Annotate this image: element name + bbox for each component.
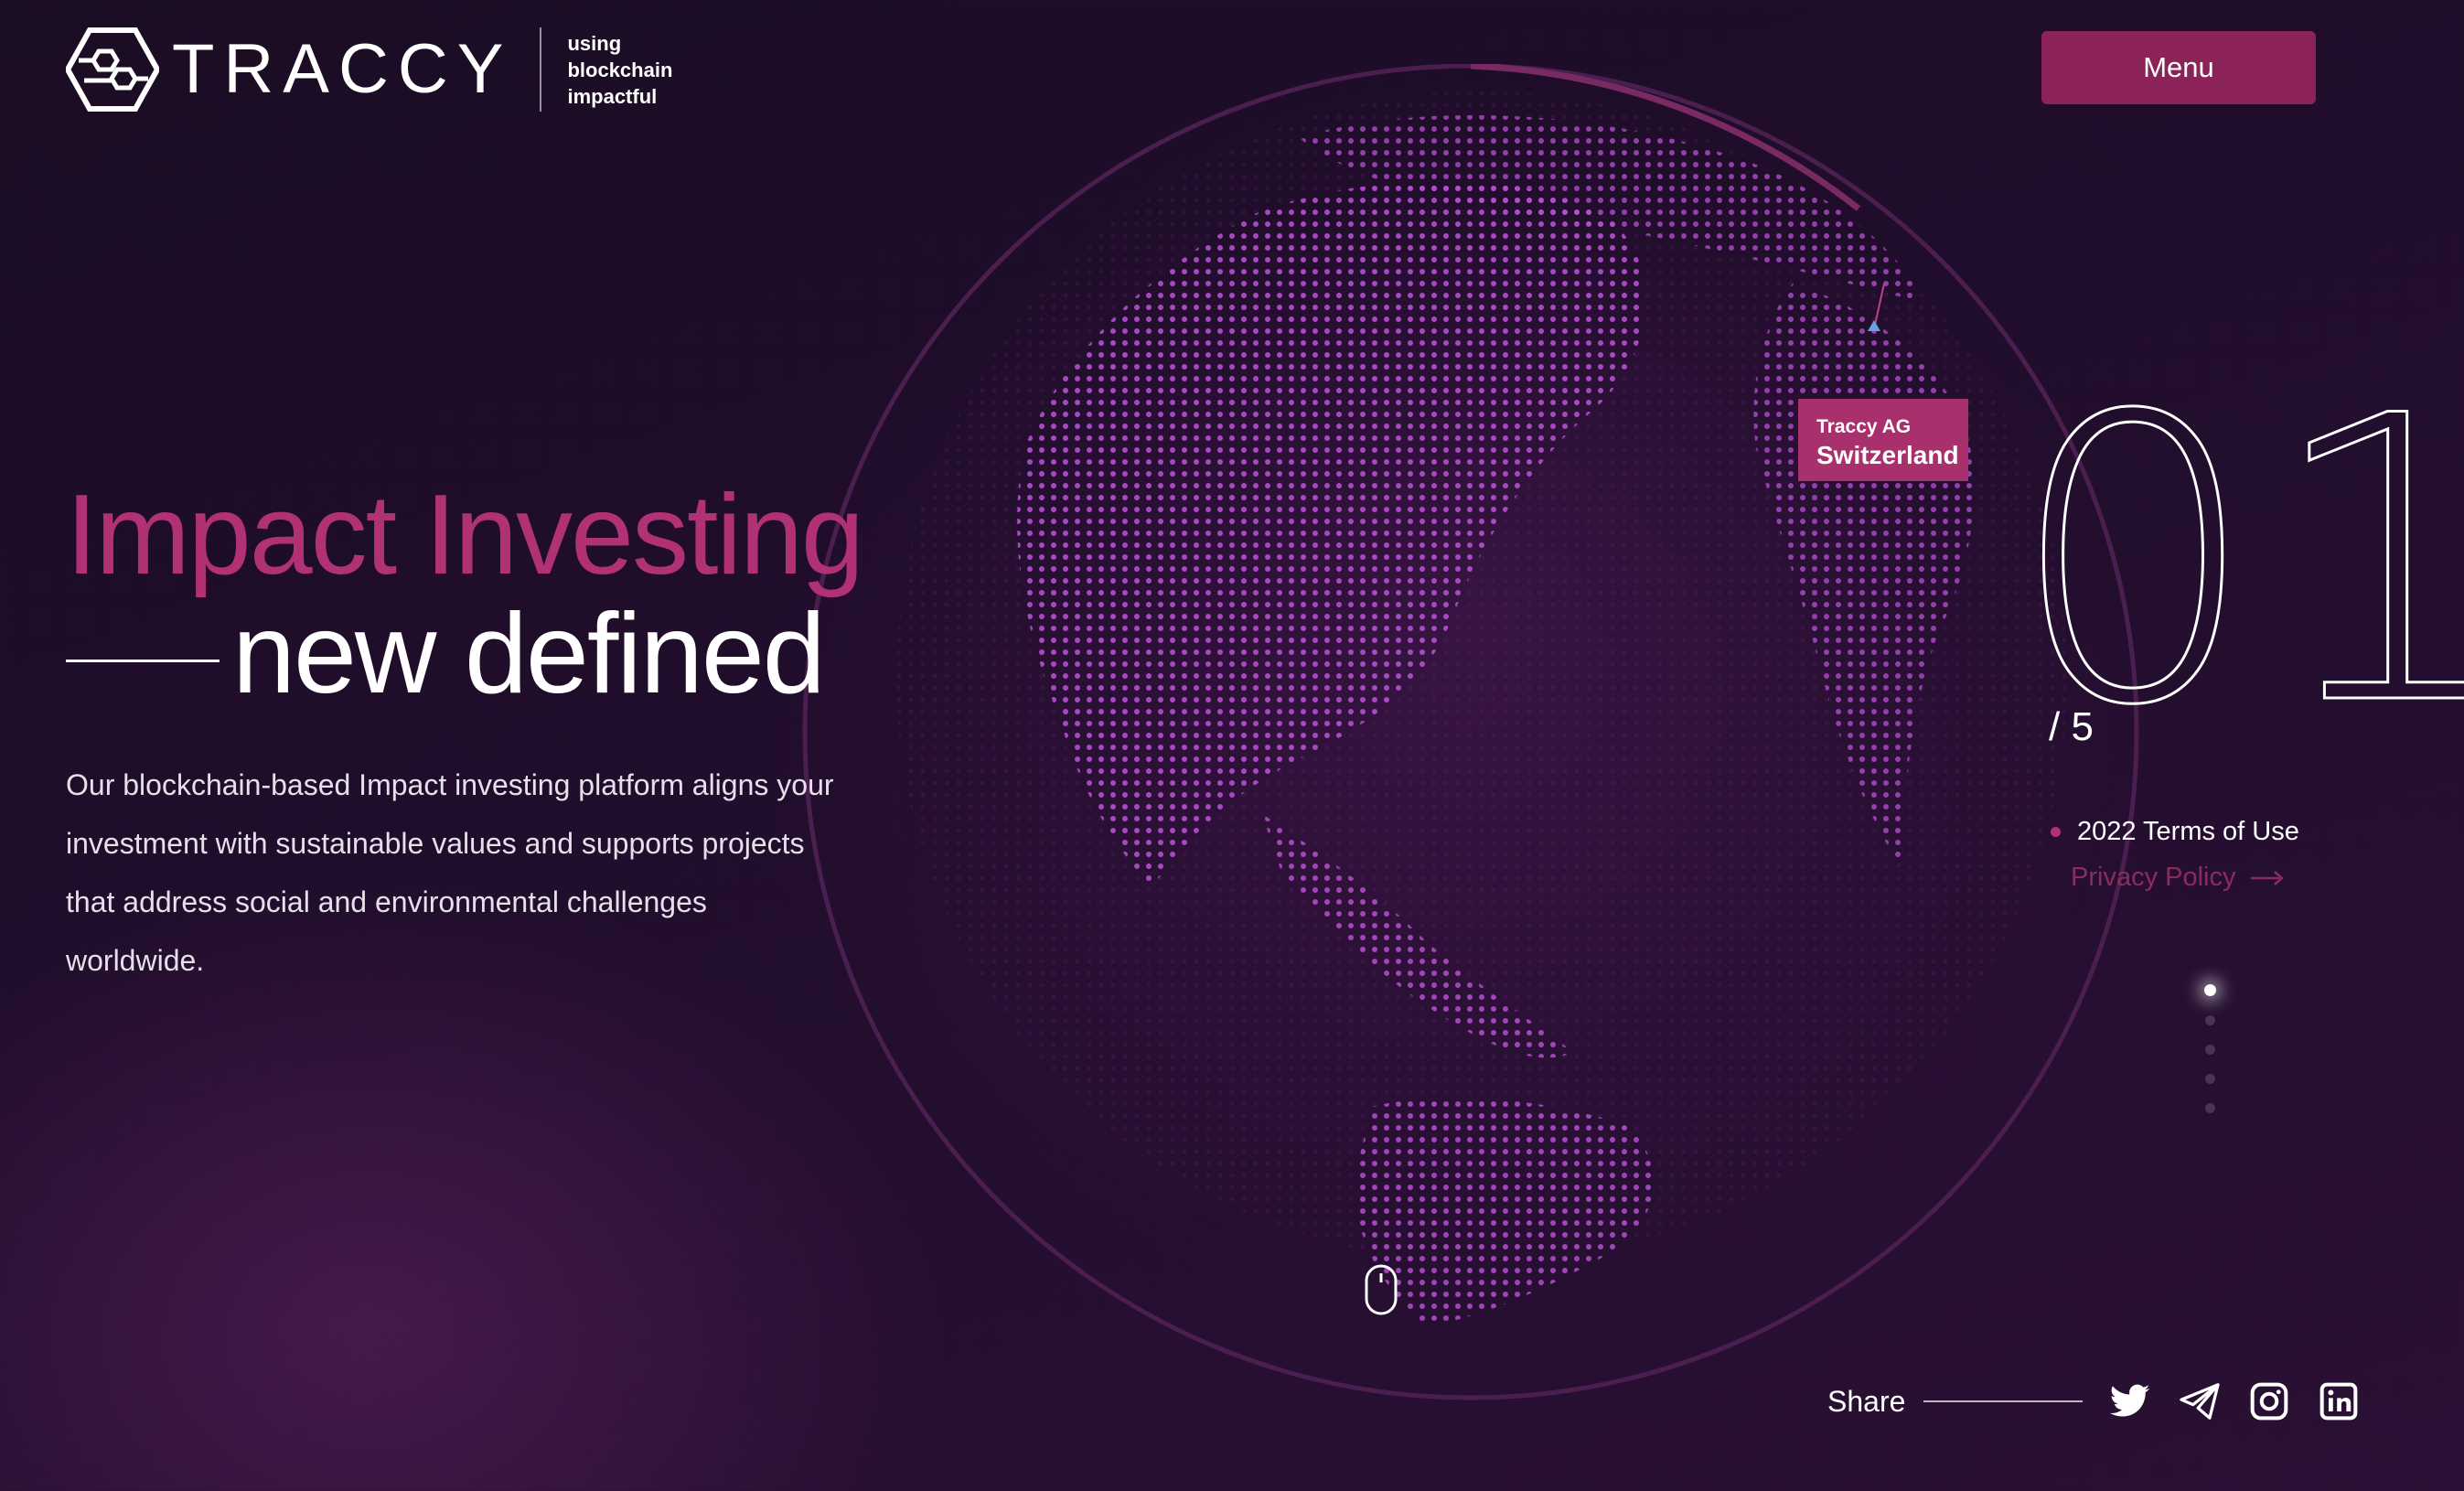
logo-tagline: using blockchain impactful [567,30,713,110]
pagination-dot[interactable] [2205,1103,2215,1113]
arrow-right-icon [2250,870,2284,885]
pagination-dot-active[interactable] [2204,984,2216,996]
tagline-line: using [567,31,622,55]
privacy-link[interactable]: Privacy Policy [2071,863,2286,893]
dotted-globe [802,64,2139,1400]
location-tag[interactable]: Traccy AG Switzerland [1798,399,1968,481]
logo-wordmark: TRACCY [172,30,513,108]
location-company: Traccy AG [1816,416,1912,437]
slide-total: / 5 [2049,704,2094,749]
pagination-dot[interactable] [2205,1074,2215,1084]
tagline-line: impactful [567,84,658,108]
privacy-label: Privacy Policy [2071,863,2236,892]
tagline-line: blockchain [567,58,673,81]
hero-title: Impact Investing new defined [66,472,864,713]
linkedin-icon[interactable] [2317,1379,2361,1423]
share-bar: Share [1827,1379,2386,1423]
pagination-dot[interactable] [2205,1045,2215,1055]
share-label: Share [1827,1384,1906,1418]
hero-dash [66,659,220,662]
hero-title-line1: Impact Investing [66,472,864,598]
slide-pagination [2204,984,2216,1132]
logo-divider [540,27,542,112]
twitter-icon[interactable] [2108,1379,2152,1423]
slide-number: 01 [2007,334,2464,791]
scroll-mouse-icon[interactable] [1365,1264,1398,1315]
bullet-icon [2051,827,2061,837]
logo-hexagon-icon [66,27,159,112]
location-country: Switzerland [1816,441,1959,469]
share-divider [1923,1400,2084,1402]
instagram-icon[interactable] [2247,1379,2291,1423]
hero-title-line2: new defined [232,591,826,717]
terms-link[interactable]: 2022 Terms of Use [2051,817,2299,847]
pagination-dot[interactable] [2205,1015,2215,1025]
logo[interactable]: TRACCY using blockchain impactful [66,26,713,113]
telegram-icon[interactable] [2178,1379,2222,1423]
hero-title-line2-row: new defined [66,595,862,713]
terms-label: 2022 Terms of Use [2077,817,2299,846]
hero-description: Our blockchain-based Impact investing pl… [66,768,834,977]
